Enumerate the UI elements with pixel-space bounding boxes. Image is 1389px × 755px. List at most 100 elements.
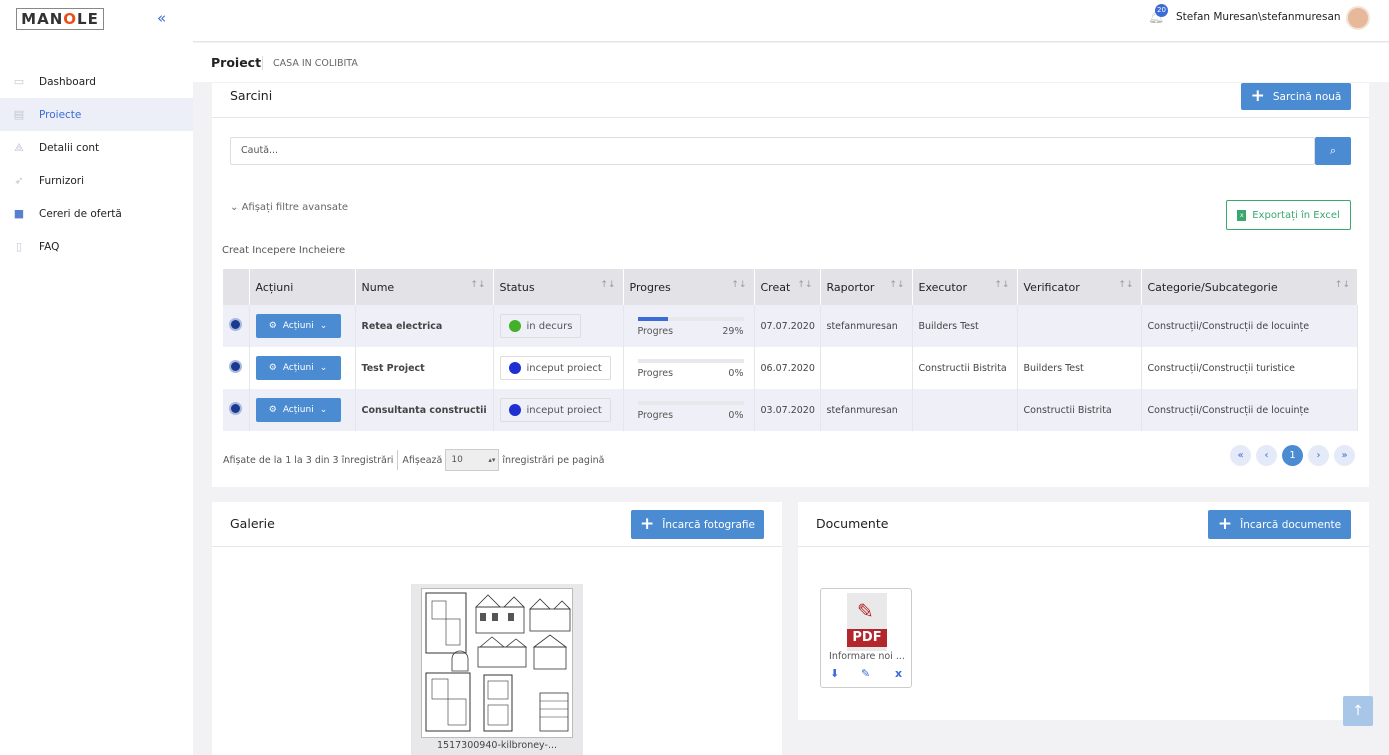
edit-icon[interactable]: ✎ [861, 667, 870, 680]
task-name[interactable]: Consultanta constructii [355, 389, 494, 431]
sidebar-item-label: FAQ [39, 240, 60, 253]
gear-icon: ⚙ [268, 363, 277, 373]
document-item[interactable]: ✎ PDF Informare noi ... ⬇ ✎ x [820, 588, 912, 688]
row-dot-icon[interactable] [229, 318, 243, 331]
user-name[interactable]: Stefan Muresan\stefanmuresan [1176, 11, 1341, 23]
delete-icon[interactable]: x [895, 667, 902, 680]
first-page-button[interactable]: « [1230, 445, 1251, 466]
upload-photo-label: Încarcă fotografie [662, 518, 755, 531]
avatar[interactable] [1346, 6, 1370, 30]
arrow-up-icon: ↑ [1352, 703, 1364, 719]
pagination-info: Afișate de la 1 la 3 din 3 înregistrări … [223, 449, 604, 471]
page-size-select[interactable]: 10 ▴▾ [445, 449, 500, 471]
sort-icon[interactable]: ↑↓ [889, 280, 904, 290]
row-dot-icon[interactable] [229, 402, 243, 415]
actions-button[interactable]: ⚙ Acțiuni ⌄ [255, 356, 341, 380]
sidebar-item-cereri-oferta[interactable]: ■ Cereri de ofertă [0, 197, 193, 230]
breadcrumb: Proiect CASA IN COLIBITA [193, 43, 1389, 82]
header-executor[interactable]: Executor ↑↓ [912, 269, 1018, 305]
verifier: Constructii Bistrita [1017, 389, 1142, 431]
table-row: ⚙ Acțiuni ⌄ Consultanta constructii incepu… [223, 389, 1358, 431]
sort-icon[interactable]: ↑↓ [1335, 280, 1350, 290]
header-creat[interactable]: Creat ↑↓ [754, 269, 821, 305]
scroll-to-top-button[interactable]: ↑ [1343, 696, 1373, 726]
records-info: Afișate de la 1 la 3 din 3 înregistrări [223, 454, 394, 466]
sort-icon[interactable]: ↑↓ [731, 280, 746, 290]
row-select[interactable] [223, 389, 250, 431]
double-chevron-left-icon[interactable]: « [157, 9, 166, 27]
created-date: 06.07.2020 [754, 347, 821, 389]
sidebar: MANOLE « ▭ Dashboard ▤ Proiecte ⟁ Detalii c… [0, 0, 193, 755]
prev-page-button[interactable]: ‹ [1256, 445, 1277, 466]
task-name[interactable]: Retea electrica [355, 305, 494, 347]
sidebar-item-dashboard[interactable]: ▭ Dashboard [0, 65, 193, 98]
sidebar-item-detalii-cont[interactable]: ⟁ Detalii cont [0, 131, 193, 164]
download-icon[interactable]: ⬇ [830, 667, 839, 680]
row-select[interactable] [223, 305, 250, 347]
new-task-button[interactable]: + Sarcină nouă [1241, 83, 1351, 110]
actions-cell: ⚙ Acțiuni ⌄ [249, 305, 356, 347]
sidebar-item-faq[interactable]: ▯ FAQ [0, 230, 193, 263]
status-cell: inceput proiect [493, 389, 624, 431]
gallery-title: Galerie [230, 516, 275, 531]
project-name: CASA IN COLIBITA [273, 58, 358, 69]
header-progres[interactable]: Progres ↑↓ [623, 269, 755, 305]
progress-cell: Progres 0% [623, 347, 755, 389]
reporter: stefanmuresan [820, 389, 913, 431]
advanced-filters-label: Afișați filtre avansate [241, 202, 349, 213]
app-logo[interactable]: MANOLE [16, 8, 104, 30]
created-date: 07.07.2020 [754, 305, 821, 347]
header-select [223, 269, 250, 305]
current-page-button[interactable]: 1 [1282, 445, 1303, 466]
sidebar-nav: ▭ Dashboard ▤ Proiecte ⟁ Detalii cont ➶ Furn… [0, 65, 193, 263]
gallery-thumbnail[interactable]: 1517300940-kilbroney-... [411, 584, 583, 755]
executor: Constructii Bistrita [912, 347, 1018, 389]
status-dot [508, 404, 521, 416]
date-filters[interactable]: Creat Incepere Incheiere [222, 245, 345, 256]
search-button[interactable]: ⌕ [1315, 137, 1351, 165]
sort-icon[interactable]: ↑↓ [600, 280, 615, 290]
task-name[interactable]: Test Project [355, 347, 494, 389]
status-badge: in decurs [499, 314, 582, 338]
sort-icon[interactable]: ↑↓ [1118, 280, 1133, 290]
actions-button[interactable]: ⚙ Acțiuni ⌄ [255, 398, 341, 422]
export-excel-button[interactable]: x Exportați în Excel [1226, 200, 1351, 230]
header-verificator[interactable]: Verificator ↑↓ [1017, 269, 1142, 305]
header-categorie[interactable]: Categorie/Subcategorie ↑↓ [1141, 269, 1358, 305]
sidebar-item-proiecte[interactable]: ▤ Proiecte [0, 98, 193, 131]
gear-icon: ⚙ [268, 321, 277, 331]
actions-cell: ⚙ Acțiuni ⌄ [249, 389, 356, 431]
chevron-down-icon: ⌄ [319, 321, 328, 331]
row-dot-icon[interactable] [229, 360, 243, 373]
tasks-card: Sarcini + Sarcină nouă Caută... ⌕ ⌄ Afișa… [212, 83, 1369, 487]
progress-cell: Progres 29% [623, 305, 755, 347]
sidebar-item-label: Proiecte [39, 108, 82, 121]
upload-photo-button[interactable]: + Încarcă fotografie [631, 510, 764, 539]
truck-icon: ➶ [14, 173, 24, 187]
sort-icon[interactable]: ↑↓ [797, 280, 812, 290]
divider [397, 450, 399, 470]
sort-icon[interactable]: ↑↓ [994, 280, 1009, 290]
header-nume[interactable]: Nume ↑↓ [355, 269, 494, 305]
page-title: Proiect [211, 55, 262, 70]
document-name: Informare noi ... [829, 651, 905, 662]
search-input[interactable]: Caută... [230, 137, 1315, 165]
verifier: Builders Test [1017, 347, 1142, 389]
last-page-button[interactable]: » [1334, 445, 1355, 466]
sidebar-item-label: Cereri de ofertă [39, 207, 122, 220]
category: Construcții/Construcții de locuințe [1141, 305, 1358, 347]
next-page-button[interactable]: › [1308, 445, 1329, 466]
header-status[interactable]: Status ↑↓ [493, 269, 624, 305]
header-raportor[interactable]: Raportor ↑↓ [820, 269, 913, 305]
row-select[interactable] [223, 347, 250, 389]
advanced-filters-toggle[interactable]: ⌄ Afișați filtre avansate [230, 202, 348, 213]
actions-button[interactable]: ⚙ Acțiuni ⌄ [255, 314, 341, 338]
status-badge: inceput proiect [499, 356, 611, 380]
header-actiuni[interactable]: Acțiuni [249, 269, 356, 305]
divider [212, 546, 782, 547]
sidebar-item-label: Dashboard [39, 75, 96, 88]
sidebar-item-furnizori[interactable]: ➶ Furnizori [0, 164, 193, 197]
sort-icon[interactable]: ↑↓ [470, 280, 485, 290]
divider [798, 546, 1369, 547]
upload-documents-button[interactable]: + Încarcă documente [1208, 510, 1351, 539]
